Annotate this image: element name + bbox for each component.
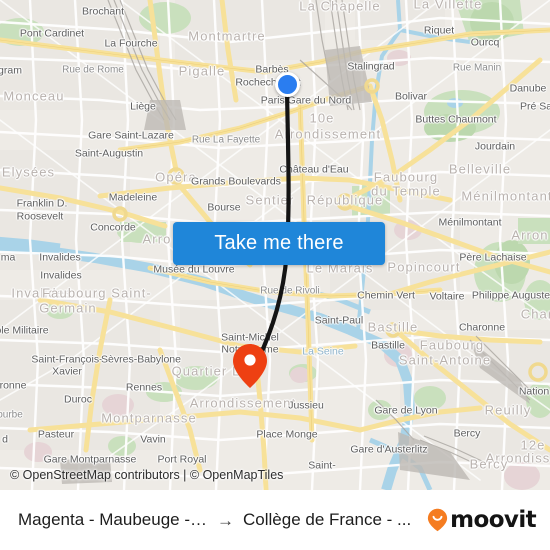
take-me-there-button[interactable]: Take me there xyxy=(173,222,385,265)
moovit-logo[interactable]: moovit xyxy=(427,507,537,533)
origin-marker[interactable] xyxy=(274,71,300,97)
trip-summary: Magenta - Maubeuge - Gar... → Collège de… xyxy=(18,510,419,530)
moovit-trip-screen: .land{fill:#eeebe6;} .block{fill:#e4e0da… xyxy=(0,0,550,550)
moovit-pin-icon xyxy=(427,508,448,532)
arrow-right-icon: → xyxy=(217,510,234,530)
map-attribution[interactable]: © OpenStreetMap contributors | © OpenMap… xyxy=(10,468,283,482)
moovit-wordmark: moovit xyxy=(450,507,536,533)
trip-footer: Magenta - Maubeuge - Gar... → Collège de… xyxy=(0,490,550,550)
map-view[interactable]: .land{fill:#eeebe6;} .block{fill:#e4e0da… xyxy=(0,0,550,490)
destination-name[interactable]: Collège de France - ... xyxy=(243,510,411,530)
destination-marker[interactable] xyxy=(232,343,268,389)
origin-name[interactable]: Magenta - Maubeuge - Gar... xyxy=(18,510,208,530)
